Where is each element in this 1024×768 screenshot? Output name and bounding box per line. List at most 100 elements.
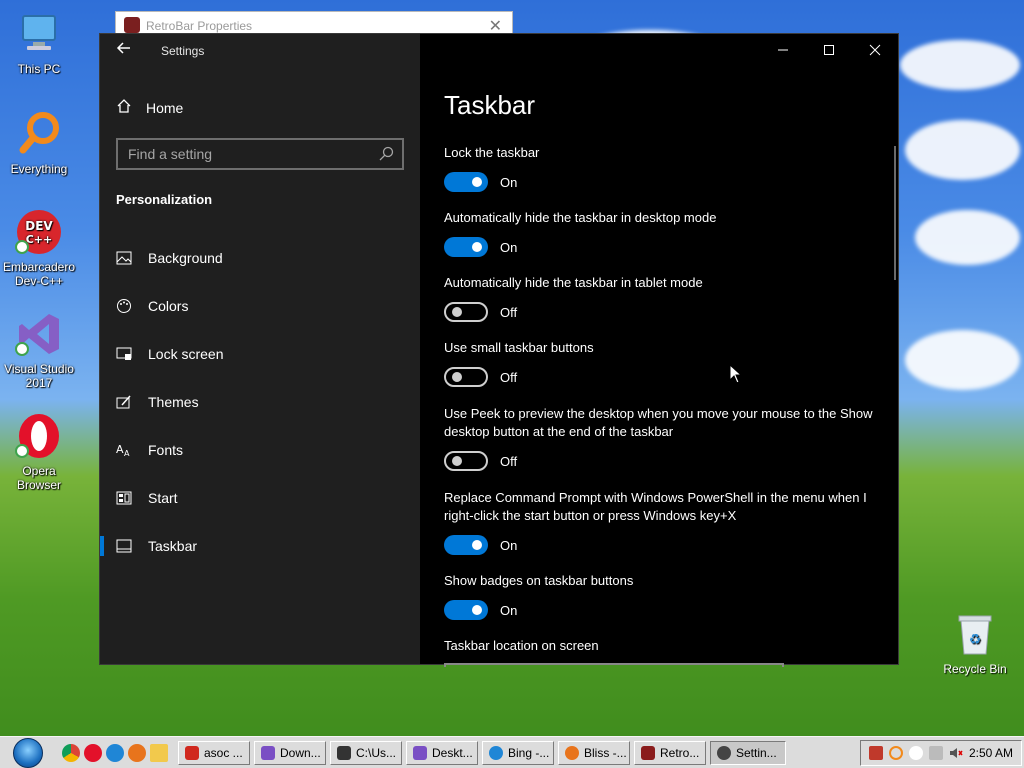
search-box[interactable] xyxy=(116,138,404,170)
toggle-autohide-tablet[interactable]: Off xyxy=(444,302,517,322)
lock-screen-icon xyxy=(116,346,132,362)
console-icon xyxy=(337,745,351,760)
taskbar-button-label: Settin... xyxy=(736,745,777,760)
toggle-lock-taskbar[interactable]: On xyxy=(444,172,517,192)
toggle-badges[interactable]: On xyxy=(444,600,517,620)
toggle-powershell[interactable]: On xyxy=(444,535,517,555)
settings-nav-pane: Settings Home Personalization Background… xyxy=(100,34,420,664)
setting-label: Use small taskbar buttons xyxy=(444,340,594,355)
toggle-small-buttons[interactable]: Off xyxy=(444,367,517,387)
toggle-switch[interactable] xyxy=(444,367,488,387)
toggle-state: Off xyxy=(500,453,518,469)
magnifier-icon[interactable] xyxy=(888,745,903,760)
visual-studio-icon xyxy=(261,745,275,760)
toggle-state: Off xyxy=(500,369,518,385)
setting-label: Taskbar location on screen xyxy=(444,638,599,653)
system-tray: 2:50 AM xyxy=(859,739,1022,766)
settings-content: Taskbar Lock the taskbar On Automaticall… xyxy=(444,34,884,667)
toggle-state: On xyxy=(500,174,518,190)
desktop-icon-this-pc[interactable]: This PC xyxy=(0,10,79,76)
volume-muted-icon[interactable] xyxy=(949,746,963,760)
setting-label: Replace Command Prompt with Windows Powe… xyxy=(444,490,867,523)
desktop-icon-label: Visual Studio 2017 xyxy=(4,362,74,390)
svg-text:DEV: DEV xyxy=(25,219,53,233)
scrollbar[interactable] xyxy=(894,146,896,280)
toggle-switch[interactable] xyxy=(444,451,488,471)
back-arrow-icon[interactable] xyxy=(116,40,132,61)
desktop-icon-recycle-bin[interactable]: ♻ Recycle Bin xyxy=(938,612,1012,676)
taskbar-button[interactable]: Deskt... xyxy=(406,740,478,765)
nav-item-label: Colors xyxy=(148,298,189,314)
nav-item-taskbar[interactable]: Taskbar xyxy=(100,522,420,570)
taskbar-button[interactable]: Bing -... xyxy=(482,740,554,765)
svg-text:A: A xyxy=(124,449,130,458)
toggle-switch[interactable] xyxy=(444,237,488,257)
setting-label: Show badges on taskbar buttons xyxy=(444,573,634,588)
search-input[interactable] xyxy=(118,140,402,168)
start-icon xyxy=(116,490,132,506)
desktop-icon-devcpp[interactable]: DEV C++ Embarcadero Dev-C++ xyxy=(0,208,79,288)
toggle-state: On xyxy=(500,239,518,255)
retrobar-icon xyxy=(641,745,655,760)
check-badge-icon xyxy=(15,444,29,458)
nav-item-lock-screen[interactable]: Lock screen xyxy=(100,330,420,378)
nav-item-fonts[interactable]: AA Fonts xyxy=(100,426,420,474)
chrome-icon[interactable] xyxy=(62,743,80,762)
taskbar-button[interactable]: asoc ... xyxy=(178,740,250,765)
taskbar-button-label: Bing -... xyxy=(508,745,550,760)
edge-icon[interactable] xyxy=(106,743,124,762)
gear-icon xyxy=(717,745,731,760)
taskbar-button[interactable]: Bliss -... xyxy=(558,740,630,765)
desktop-icon-label: Everything xyxy=(10,162,68,176)
nav-home[interactable]: Home xyxy=(116,98,183,117)
cloud-icon[interactable] xyxy=(908,745,923,760)
toggle-switch[interactable] xyxy=(444,302,488,322)
toggle-peek[interactable]: Off xyxy=(444,451,517,471)
taskbar-button[interactable]: Down... xyxy=(254,740,326,765)
nav-item-label: Fonts xyxy=(148,442,184,458)
toggle-switch[interactable] xyxy=(444,535,488,555)
windows-logo-icon xyxy=(13,737,43,768)
opera-icon[interactable] xyxy=(84,743,102,762)
palette-icon xyxy=(116,298,132,314)
svg-text:C++: C++ xyxy=(26,233,53,246)
nav-item-start[interactable]: Start xyxy=(100,474,420,522)
taskbar-button-active[interactable]: Settin... xyxy=(710,740,786,765)
opera-icon xyxy=(15,412,63,460)
search-icon[interactable] xyxy=(378,146,394,167)
nav-item-label: Themes xyxy=(148,394,199,410)
check-badge-icon xyxy=(15,240,29,254)
clock[interactable]: 2:50 AM xyxy=(969,746,1013,760)
nav-item-label: Taskbar xyxy=(148,538,198,554)
toggle-switch[interactable] xyxy=(444,172,488,192)
toggle-state: On xyxy=(500,602,518,618)
toggle-autohide-desktop[interactable]: On xyxy=(444,237,517,257)
network-icon[interactable] xyxy=(928,745,943,760)
section-heading: Personalization xyxy=(116,192,213,207)
start-button[interactable] xyxy=(0,737,56,768)
desktop-icon-everything[interactable]: Everything xyxy=(0,110,79,176)
firefox-icon[interactable] xyxy=(128,743,146,762)
taskbar-button-label: Down... xyxy=(280,745,321,760)
nav-item-label: Start xyxy=(148,490,178,506)
taskbar-button[interactable]: C:\Us... xyxy=(330,740,402,765)
taskbar-button[interactable]: Retro... xyxy=(634,740,706,765)
nav-item-background[interactable]: Background xyxy=(100,234,420,282)
location-dropdown[interactable] xyxy=(444,663,784,667)
nav-item-colors[interactable]: Colors xyxy=(100,282,420,330)
svg-text:♻: ♻ xyxy=(969,632,982,648)
taskbar-button-label: Retro... xyxy=(660,745,700,760)
mouse-cursor-icon xyxy=(729,363,743,389)
desktop-icon-opera[interactable]: Opera Browser xyxy=(0,412,79,492)
themes-icon xyxy=(116,394,132,410)
visual-studio-icon xyxy=(413,745,427,760)
toggle-switch[interactable] xyxy=(444,600,488,620)
shield-icon[interactable] xyxy=(868,745,883,760)
nav-item-themes[interactable]: Themes xyxy=(100,378,420,426)
desktop-icon-visual-studio[interactable]: Visual Studio 2017 xyxy=(0,310,79,390)
folder-icon[interactable] xyxy=(150,743,168,762)
quick-launch xyxy=(56,743,174,762)
taskbar: asoc ... Down... C:\Us... Deskt... Bing … xyxy=(0,736,1024,768)
setting-label: Automatically hide the taskbar in tablet… xyxy=(444,275,703,290)
opera-icon xyxy=(185,745,199,760)
